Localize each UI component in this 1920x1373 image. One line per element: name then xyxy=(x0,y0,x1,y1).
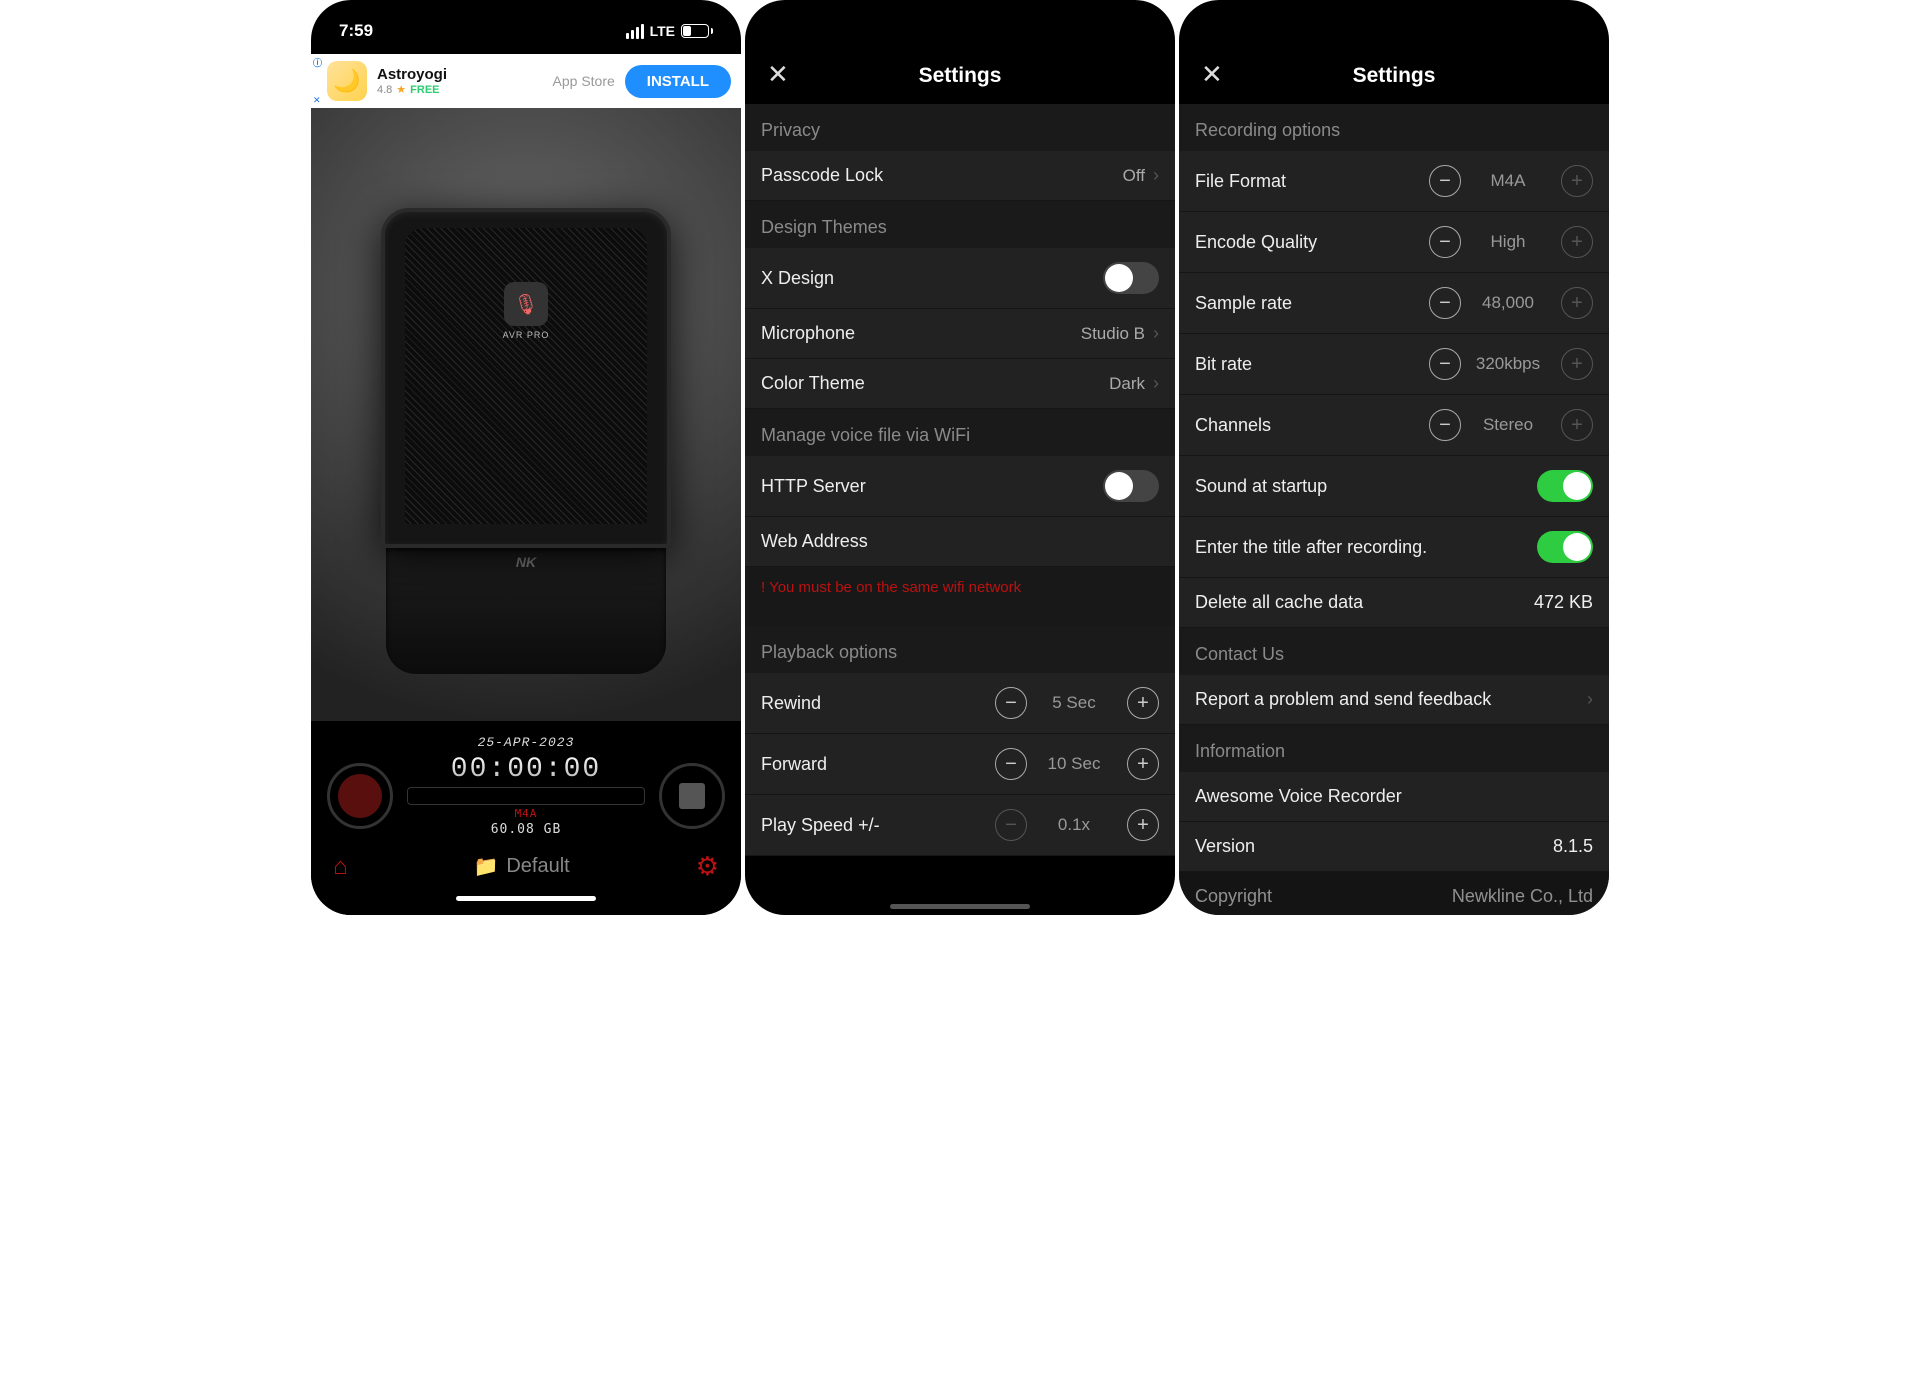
chevron-right-icon: › xyxy=(1153,373,1159,393)
toggle-title-after[interactable] xyxy=(1537,531,1593,563)
folder-button[interactable]: 📁 Default xyxy=(473,854,569,879)
mic-icon: 🎙 xyxy=(504,282,548,326)
level-meter xyxy=(407,787,645,805)
record-button[interactable] xyxy=(327,763,393,829)
microphone-visual: 🎙 AVR PRO NK xyxy=(311,108,741,721)
recorder-panel: 25-APR-2023 00:00:00 M4A 60.08 GB ⌂ 📁 De… xyxy=(311,721,741,915)
row-delete-cache[interactable]: Delete all cache data 472 KB xyxy=(1179,578,1609,628)
close-icon[interactable]: ✕ xyxy=(1201,59,1223,90)
row-channels: Channels − Stereo + xyxy=(1179,395,1609,456)
ad-subtitle: 4.8★ FREE xyxy=(377,83,543,96)
close-icon[interactable]: ✕ xyxy=(767,59,789,90)
record-timer: 00:00:00 xyxy=(451,754,601,785)
row-rewind: Rewind − 5 Sec + xyxy=(745,673,1175,734)
ad-app-icon: 🌙 xyxy=(327,61,367,101)
screen-settings-1: ✕ Settings Privacy Passcode Lock Off› De… xyxy=(745,0,1175,915)
minus-button[interactable]: − xyxy=(995,687,1027,719)
folder-icon: 📁 xyxy=(473,854,498,879)
chevron-right-icon: › xyxy=(1153,165,1159,185)
row-app-name: Awesome Voice Recorder xyxy=(1179,772,1609,822)
row-passcode-lock[interactable]: Passcode Lock Off› xyxy=(745,151,1175,201)
plus-button[interactable]: + xyxy=(1127,687,1159,719)
row-forward: Forward − 10 Sec + xyxy=(745,734,1175,795)
row-bit-rate: Bit rate − 320kbps + xyxy=(1179,334,1609,395)
settings-title: Settings xyxy=(1353,64,1436,88)
plus-button[interactable]: + xyxy=(1561,165,1593,197)
ad-store-label: App Store xyxy=(553,73,615,89)
screen-settings-2: ✕ Settings Recording options File Format… xyxy=(1179,0,1609,915)
row-version: Version 8.1.5 xyxy=(1179,822,1609,872)
section-recording-options: Recording options xyxy=(1179,104,1609,151)
section-wifi: Manage voice file via WiFi xyxy=(745,409,1175,456)
minus-button[interactable]: − xyxy=(1429,409,1461,441)
plus-button[interactable]: + xyxy=(1561,348,1593,380)
row-title-after-recording[interactable]: Enter the title after recording. xyxy=(1179,517,1609,578)
row-color-theme[interactable]: Color Theme Dark› xyxy=(745,359,1175,409)
minus-button[interactable]: − xyxy=(995,809,1027,841)
home-indicator[interactable] xyxy=(456,896,596,901)
store-icon[interactable]: ⌂ xyxy=(333,853,348,881)
section-playback: Playback options xyxy=(745,626,1175,673)
screen-recorder-main: 7:59 LTE 31 ⓘ ✕ 🌙 Astroyogi 4.8★ FREE xyxy=(311,0,741,915)
row-encode-quality: Encode Quality − High + xyxy=(1179,212,1609,273)
section-information: Information xyxy=(1179,725,1609,772)
section-privacy: Privacy xyxy=(745,104,1175,151)
row-x-design[interactable]: X Design xyxy=(745,248,1175,309)
status-time: 7:59 xyxy=(339,21,373,41)
minus-button[interactable]: − xyxy=(1429,348,1461,380)
ad-close-icon[interactable]: ✕ xyxy=(313,95,321,106)
row-http-server[interactable]: HTTP Server xyxy=(745,456,1175,517)
mic-label: AVR PRO xyxy=(503,330,550,340)
chevron-right-icon: › xyxy=(1587,689,1593,710)
toggle-http-server[interactable] xyxy=(1103,470,1159,502)
record-format: M4A xyxy=(515,807,538,820)
plus-button[interactable]: + xyxy=(1561,287,1593,319)
row-file-format: File Format − M4A + xyxy=(1179,151,1609,212)
row-sound-startup[interactable]: Sound at startup xyxy=(1179,456,1609,517)
row-sample-rate: Sample rate − 48,000 + xyxy=(1179,273,1609,334)
section-design-themes: Design Themes xyxy=(745,201,1175,248)
signal-icon xyxy=(626,24,644,39)
plus-button[interactable]: + xyxy=(1127,748,1159,780)
chevron-right-icon: › xyxy=(1153,323,1159,343)
toggle-x-design[interactable] xyxy=(1103,262,1159,294)
record-date: 25-APR-2023 xyxy=(327,735,725,750)
settings-title: Settings xyxy=(919,64,1002,88)
settings-icon[interactable]: ⚙ xyxy=(696,851,719,882)
section-contact-us: Contact Us xyxy=(1179,628,1609,675)
row-microphone[interactable]: Microphone Studio B› xyxy=(745,309,1175,359)
ad-title: Astroyogi xyxy=(377,66,543,83)
row-play-speed: Play Speed +/- − 0.1x + xyxy=(745,795,1175,856)
wifi-warning: ! You must be on the same wifi network xyxy=(745,567,1175,626)
home-indicator[interactable] xyxy=(890,904,1030,909)
row-report-problem[interactable]: Report a problem and send feedback › xyxy=(1179,675,1609,725)
row-web-address[interactable]: Web Address xyxy=(745,517,1175,567)
battery-icon: 31 xyxy=(681,24,713,38)
minus-button[interactable]: − xyxy=(1429,287,1461,319)
minus-button[interactable]: − xyxy=(1429,226,1461,258)
ad-banner[interactable]: ⓘ ✕ 🌙 Astroyogi 4.8★ FREE App Store INST… xyxy=(311,54,741,108)
status-bar: 7:59 LTE 31 xyxy=(311,0,741,54)
plus-button[interactable]: + xyxy=(1561,409,1593,441)
toggle-sound-startup[interactable] xyxy=(1537,470,1593,502)
record-storage: 60.08 GB xyxy=(491,822,562,837)
minus-button[interactable]: − xyxy=(995,748,1027,780)
plus-button[interactable]: + xyxy=(1127,809,1159,841)
ad-info-icon[interactable]: ⓘ xyxy=(313,56,322,69)
ad-install-button[interactable]: INSTALL xyxy=(625,65,731,98)
stop-button[interactable] xyxy=(659,763,725,829)
mic-brand: NK xyxy=(516,554,536,570)
status-network: LTE xyxy=(650,23,675,39)
plus-button[interactable]: + xyxy=(1561,226,1593,258)
minus-button[interactable]: − xyxy=(1429,165,1461,197)
row-copyright: Copyright Newkline Co., Ltd xyxy=(1179,872,1609,915)
